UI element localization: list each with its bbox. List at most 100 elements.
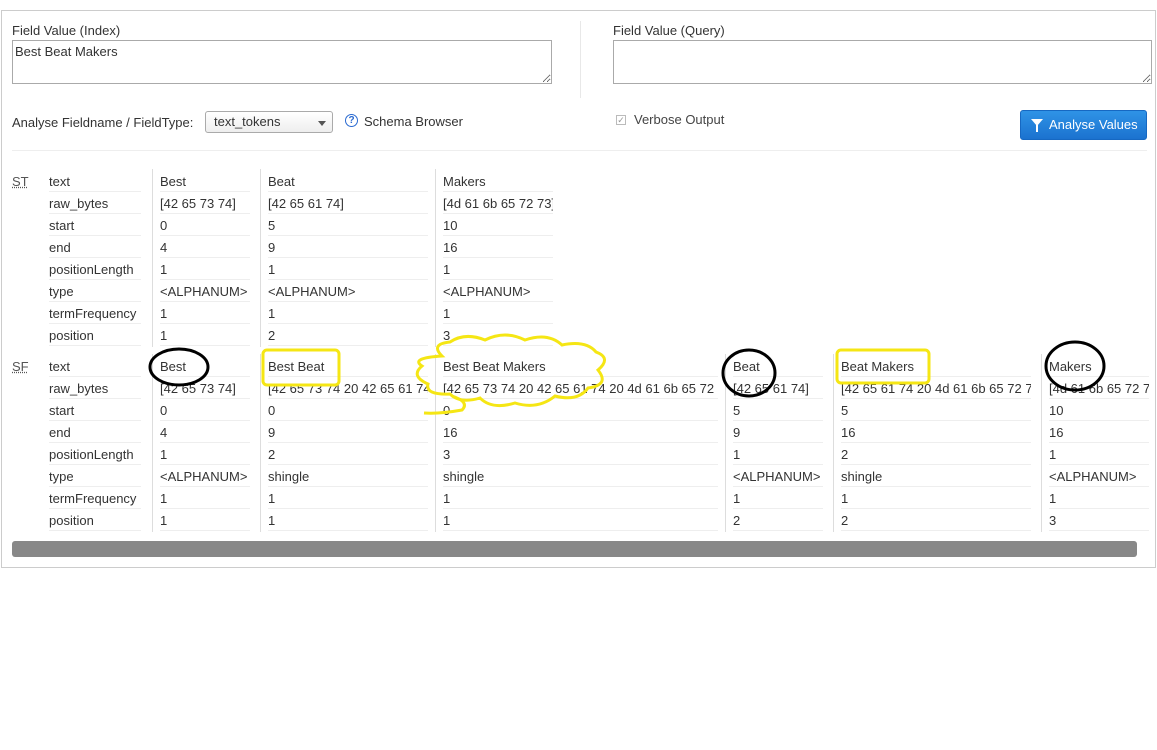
token-start-cell: 0 xyxy=(443,400,718,421)
token-type-cell: <ALPHANUM> xyxy=(268,281,428,302)
analyse-values-label: Analyse Values xyxy=(1049,117,1138,132)
analyse-values-button[interactable]: Analyse Values xyxy=(1020,110,1147,140)
token-type-cell: shingle xyxy=(443,466,718,487)
row-name-type: type xyxy=(49,466,141,487)
token-raw_bytes-cell: [42 65 61 74] xyxy=(268,193,428,214)
column-separator xyxy=(260,169,261,347)
token-start-cell: 0 xyxy=(268,400,428,421)
analysis-panel: Field Value (Index) Field Value (Query) … xyxy=(1,10,1156,568)
token-termfrequency-cell: 1 xyxy=(733,488,823,509)
token-end-cell: 9 xyxy=(268,422,428,443)
verbose-output-label: Verbose Output xyxy=(634,112,725,127)
token-positionlength-cell: 1 xyxy=(733,444,823,465)
verbose-output-checkbox[interactable]: ✓ xyxy=(616,115,626,125)
token-raw_bytes-cell: [42 65 73 74] xyxy=(160,378,250,399)
token-type-cell: <ALPHANUM> xyxy=(443,281,553,302)
token-positionlength-cell: 1 xyxy=(268,259,428,280)
token-text-cell: Beat Makers xyxy=(841,356,1031,377)
token-termfrequency-cell: 1 xyxy=(160,488,250,509)
row-name-end: end xyxy=(49,237,141,258)
token-termfrequency-cell: 1 xyxy=(268,303,428,324)
token-type-cell: <ALPHANUM> xyxy=(160,466,250,487)
column-separator xyxy=(152,354,153,532)
token-end-cell: 16 xyxy=(443,237,553,258)
token-termfrequency-cell: 1 xyxy=(268,488,428,509)
row-name-start: start xyxy=(49,400,141,421)
column-separator xyxy=(725,354,726,532)
token-position-cell: 3 xyxy=(1049,510,1149,531)
row-name-text: text xyxy=(49,171,141,192)
token-raw_bytes-cell: [42 65 61 74] xyxy=(733,378,823,399)
token-type-cell: <ALPHANUM> xyxy=(160,281,250,302)
token-positionlength-cell: 2 xyxy=(841,444,1031,465)
token-raw_bytes-cell: [4d 61 6b 65 72 73] xyxy=(443,193,553,214)
token-text-cell: Beat xyxy=(268,171,428,192)
token-raw_bytes-cell: [42 65 73 74] xyxy=(160,193,250,214)
schema-browser-link[interactable]: Schema Browser xyxy=(364,114,463,129)
row-name-type: type xyxy=(49,281,141,302)
token-end-cell: 16 xyxy=(1049,422,1149,443)
stage-abbr[interactable]: ST xyxy=(12,174,29,189)
token-positionlength-cell: 1 xyxy=(1049,444,1149,465)
token-positionlength-cell: 1 xyxy=(160,444,250,465)
token-end-cell: 9 xyxy=(733,422,823,443)
row-name-position: position xyxy=(49,510,141,531)
token-end-cell: 16 xyxy=(443,422,718,443)
token-type-cell: shingle xyxy=(268,466,428,487)
help-icon[interactable]: ? xyxy=(345,114,358,127)
token-position-cell: 2 xyxy=(268,325,428,346)
token-end-cell: 4 xyxy=(160,237,250,258)
token-type-cell: shingle xyxy=(841,466,1031,487)
row-name-raw_bytes: raw_bytes xyxy=(49,378,141,399)
token-end-cell: 9 xyxy=(268,237,428,258)
index-field-label: Field Value (Index) xyxy=(12,23,121,38)
token-type-cell: <ALPHANUM> xyxy=(733,466,823,487)
token-start-cell: 0 xyxy=(160,215,250,236)
token-text-cell: Makers xyxy=(443,171,553,192)
token-position-cell: 1 xyxy=(268,510,428,531)
token-positionlength-cell: 3 xyxy=(443,444,718,465)
row-name-position: position xyxy=(49,325,141,346)
token-position-cell: 1 xyxy=(160,325,250,346)
query-field-label: Field Value (Query) xyxy=(613,23,725,38)
token-text-cell: Best Beat xyxy=(268,356,428,377)
row-name-start: start xyxy=(49,215,141,236)
token-end-cell: 16 xyxy=(841,422,1031,443)
token-raw_bytes-cell: [4d 61 6b 65 72 73] xyxy=(1049,378,1149,399)
token-termfrequency-cell: 1 xyxy=(443,488,718,509)
column-separator xyxy=(435,169,436,347)
row-name-positionlength: positionLength xyxy=(49,444,141,465)
token-raw_bytes-cell: [42 65 73 74 20 42 65 61 74 20 4d 61 6b … xyxy=(443,378,718,399)
column-separator xyxy=(435,354,436,532)
horizontal-scrollbar[interactable] xyxy=(12,541,1137,557)
token-position-cell: 3 xyxy=(443,325,553,346)
token-position-cell: 2 xyxy=(841,510,1031,531)
stage-abbr[interactable]: SF xyxy=(12,359,29,374)
token-start-cell: 0 xyxy=(160,400,250,421)
token-raw_bytes-cell: [42 65 61 74 20 4d 61 6b 65 72 73] xyxy=(841,378,1031,399)
token-start-cell: 10 xyxy=(443,215,553,236)
token-position-cell: 2 xyxy=(733,510,823,531)
token-text-cell: Best xyxy=(160,171,250,192)
token-position-cell: 1 xyxy=(160,510,250,531)
row-name-positionlength: positionLength xyxy=(49,259,141,280)
token-start-cell: 5 xyxy=(733,400,823,421)
fieldtype-select[interactable]: text_tokens xyxy=(205,111,333,133)
query-field-input[interactable] xyxy=(613,40,1152,84)
token-start-cell: 5 xyxy=(841,400,1031,421)
token-termfrequency-cell: 1 xyxy=(841,488,1031,509)
index-field-input[interactable] xyxy=(12,40,552,84)
fieldtype-label: Analyse Fieldname / FieldType: xyxy=(12,115,194,130)
row-name-termfrequency: termFrequency xyxy=(49,488,141,509)
token-termfrequency-cell: 1 xyxy=(160,303,250,324)
token-text-cell: Makers xyxy=(1049,356,1149,377)
token-text-cell: Best Beat Makers xyxy=(443,356,718,377)
token-termfrequency-cell: 1 xyxy=(443,303,553,324)
fieldtype-selected-value: text_tokens xyxy=(214,114,281,129)
column-divider xyxy=(580,21,581,98)
row-name-text: text xyxy=(49,356,141,377)
column-separator xyxy=(260,354,261,532)
token-text-cell: Best xyxy=(160,356,250,377)
token-raw_bytes-cell: [42 65 73 74 20 42 65 61 74] xyxy=(268,378,428,399)
token-start-cell: 5 xyxy=(268,215,428,236)
